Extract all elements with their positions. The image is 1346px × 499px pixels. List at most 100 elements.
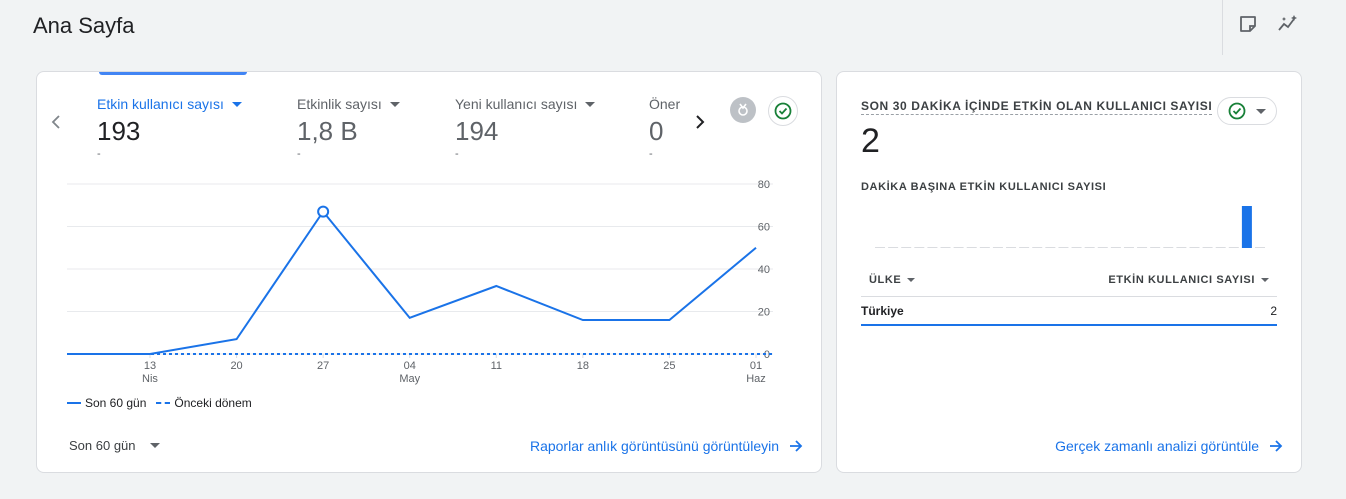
check-circle-icon [1228,102,1246,120]
legend-label: Önceki dönem [174,396,252,410]
x-tick-label: 25 [663,360,675,372]
metric-tab-event-count[interactable]: Etkinlik sayısı 1,8 B - [297,96,400,160]
realtime-value: 2 [861,122,880,160]
legend-label: Son 60 gün [85,396,147,410]
note-icon[interactable] [1236,12,1260,36]
arrow-right-icon [790,440,803,452]
users-cell: 2 [1270,304,1277,318]
caret-down-icon [389,101,400,107]
period-select-value: Son 60 gün [69,438,136,453]
metric-value: 1,8 B [297,116,358,146]
caret-down-icon [1261,278,1269,282]
minute-bar [1123,247,1134,248]
x-tick-month-label: May [399,373,420,385]
highlight-point [317,205,330,218]
minute-bar [1150,247,1161,248]
arrow-right-icon [1270,440,1283,452]
x-tick-label: 11 [491,360,502,372]
minute-bar [1189,247,1200,248]
chart-legend: Son 60 gün Önceki dönem [67,396,252,410]
minute-bar [1071,247,1082,248]
column-label: ÜLKE [869,274,902,286]
check-circle-icon[interactable] [768,96,798,126]
caret-down-icon [585,101,596,107]
insights-badge-icon[interactable] [730,97,756,123]
realtime-status-dropdown[interactable] [1217,97,1277,125]
metric-label: Öner [649,96,681,112]
minute-bar [940,247,951,248]
x-tick-month-label: Nis [142,373,158,385]
caret-down-icon [149,443,160,448]
minute-bar [1097,247,1108,248]
metric-tabs: Etkin kullanıcı sayısı 193 - Etkinlik sa… [97,72,683,172]
minute-bar [1202,247,1213,248]
legend-item-current: Son 60 gün [67,396,146,410]
period-select[interactable]: Son 60 gün [69,438,160,453]
minute-bar [953,247,964,248]
x-tick-label: 13 [144,360,156,372]
table-row[interactable]: Türkiye 2 [861,298,1277,326]
minute-bar [966,247,977,248]
minute-bar [992,247,1003,248]
toolbar-divider [1222,0,1223,55]
metric-value: 0 [649,116,664,146]
metric-change: - [649,148,653,160]
metric-value: 194 [455,116,499,146]
page-title: Ana Sayfa [33,13,135,38]
minute-bar [979,247,990,248]
overview-card: Etkin kullanıcı sayısı 193 - Etkinlik sa… [36,71,822,473]
legend-solid-swatch [67,402,81,404]
minute-bar [1176,247,1187,248]
view-realtime-link[interactable]: Gerçek zamanlı analizi görüntüle [1055,438,1283,454]
view-reports-snapshot-link[interactable]: Raporlar anlık görüntüsünü görüntüleyin [530,438,803,454]
link-label: Gerçek zamanlı analizi görüntüle [1055,438,1259,454]
x-tick-label: 18 [577,360,589,372]
column-label: ETKİN KULLANICI SAYISI [1108,274,1255,286]
realtime-title: SON 30 DAKİKA İÇİNDE ETKİN OLAN KULLANIC… [861,99,1213,115]
line-chart: 80604020013Nis20 27 04May11 18 25 01Haz [67,179,773,385]
chevron-right-icon[interactable] [689,110,711,134]
column-header-active-users[interactable]: ETKİN KULLANICI SAYISI [1100,274,1277,286]
legend-dash-swatch [156,402,171,404]
y-tick-label: 20 [758,307,770,319]
caret-down-icon [1256,108,1266,114]
minute-bar [1241,206,1252,248]
per-minute-bar-chart [875,206,1265,248]
country-cell: Türkiye [861,304,904,318]
insights-icon[interactable] [1276,12,1300,36]
metric-change: - [297,148,301,160]
series-line-current [67,209,757,355]
minute-bar [1006,247,1017,248]
x-tick-label: 01 [750,360,762,372]
metric-tab-active-users[interactable]: Etkin kullanıcı sayısı 193 - [97,96,242,160]
minute-bar [875,247,885,248]
minute-bar [1255,247,1265,248]
minute-bar [1058,247,1069,248]
caret-down-icon [231,101,242,107]
minute-bar [1110,247,1121,248]
minute-bar [1019,247,1030,248]
metric-change: - [455,148,459,160]
minute-bar [914,247,925,248]
metric-label: Yeni kullanıcı sayısı [455,96,578,112]
y-tick-label: 80 [758,179,770,191]
metric-label: Etkinlik sayısı [297,96,382,112]
minute-bar [927,247,938,248]
minute-bar [1137,247,1148,248]
x-tick-label: 20 [230,360,242,372]
x-tick-month-label: Haz [746,373,766,385]
column-header-country[interactable]: ÜLKE [861,274,923,286]
realtime-card: SON 30 DAKİKA İÇİNDE ETKİN OLAN KULLANIC… [836,71,1302,473]
metric-value: 193 [97,116,141,146]
chevron-left-icon[interactable] [45,110,67,134]
metric-tab-recommended[interactable]: Öner 0 - [649,96,680,160]
metric-change: - [97,148,101,160]
minute-bar [888,247,899,248]
minute-bar [1163,247,1174,248]
minute-bar [1045,247,1056,248]
metric-label: Etkin kullanıcı sayısı [97,96,224,112]
caret-down-icon [907,278,916,282]
metric-tab-new-users[interactable]: Yeni kullanıcı sayısı 194 - [455,96,596,160]
legend-item-previous: Önceki dönem [156,396,252,410]
realtime-table-header: ÜLKE ETKİN KULLANICI SAYISI [861,264,1277,297]
